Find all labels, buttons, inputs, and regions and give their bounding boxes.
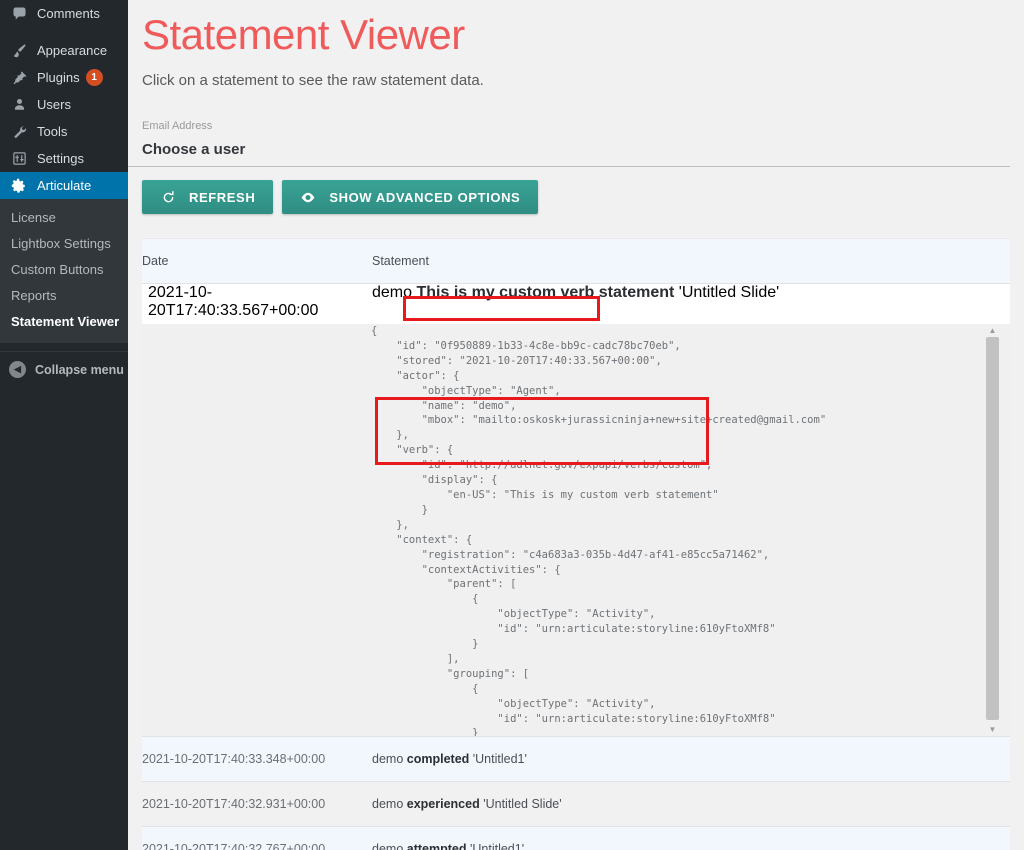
collapse-menu-wrap: ◀ Collapse menu <box>0 351 128 378</box>
raw-statement-scrollbar[interactable]: ▲ ▼ <box>985 324 1000 736</box>
row-object: 'Untitled Slide' <box>483 797 562 811</box>
main-content: Statement Viewer Click on a statement to… <box>128 0 1024 850</box>
page-title: Statement Viewer <box>142 11 465 58</box>
toolbar: REFRESH SHOW ADVANCED OPTIONS <box>142 180 1010 214</box>
table-row[interactable]: 2021-10-20T17:40:32.931+00:00 demo exper… <box>142 782 1010 827</box>
refresh-button[interactable]: REFRESH <box>142 180 274 214</box>
sidebar-item-label: Users <box>37 97 71 112</box>
articulate-submenu: License Lightbox Settings Custom Buttons… <box>0 199 128 343</box>
row-date: 2021-10-20T17:40:33.348+00:00 <box>142 752 326 766</box>
sidebar-item-label: Settings <box>37 151 84 166</box>
show-advanced-options-label: SHOW ADVANCED OPTIONS <box>329 189 521 205</box>
scroll-up-arrow-icon[interactable]: ▲ <box>985 324 1000 337</box>
table-row-summary[interactable]: 2021-10-20T17:40:33.567+00:00 demo This … <box>142 284 1010 320</box>
sidebar-item-label: Comments <box>37 6 100 21</box>
comments-icon <box>9 4 29 24</box>
row-actor: demo <box>372 797 404 811</box>
row-statement: demo experienced 'Untitled Slide' <box>372 782 1010 826</box>
row-actor: demo <box>372 284 413 301</box>
sidebar-subitem-statement-viewer[interactable]: Statement Viewer <box>0 309 128 335</box>
row-date: 2021-10-20T17:40:32.931+00:00 <box>142 797 326 811</box>
row-object: 'Untitled Slide' <box>678 284 780 301</box>
raw-statement-panel: { "id": "0f950889-1b33-4c8e-bb9c-cadc78b… <box>142 324 1010 736</box>
sidebar-subitem-reports[interactable]: Reports <box>0 283 128 309</box>
sidebar-item-settings[interactable]: Settings <box>0 145 128 172</box>
collapse-arrow-icon: ◀ <box>9 361 26 378</box>
sidebar-item-tools[interactable]: Tools <box>0 118 128 145</box>
page-container: Statement Viewer Click on a statement to… <box>128 0 1024 850</box>
sidebar-item-plugins[interactable]: Plugins 1 <box>0 64 128 91</box>
collapse-menu-button[interactable]: ◀ Collapse menu <box>0 361 128 378</box>
field-underline <box>128 166 1010 167</box>
email-address-field[interactable]: Email Address Choose a user <box>128 119 1010 167</box>
page-subtitle: Click on a statement to see the raw stat… <box>142 72 484 89</box>
table-row[interactable]: 2021-10-20T17:40:33.567+00:00 demo This … <box>142 284 1010 737</box>
sidebar-subitem-license[interactable]: License <box>0 205 128 231</box>
sidebar-subitem-custom-buttons[interactable]: Custom Buttons <box>0 257 128 283</box>
email-address-value[interactable]: Choose a user <box>142 140 1010 159</box>
row-object: 'Untitled1' <box>469 842 525 850</box>
refresh-circular-arrow-icon <box>160 189 176 205</box>
refresh-button-label: REFRESH <box>189 189 256 205</box>
sidebar-item-label: Tools <box>37 124 68 139</box>
scrollbar-thumb[interactable] <box>986 337 999 720</box>
sidebar-item-label: Plugins <box>37 70 80 85</box>
appearance-brush-icon <box>9 41 29 61</box>
row-object: 'Untitled1' <box>472 752 527 766</box>
plugins-update-badge: 1 <box>85 69 103 86</box>
table-row[interactable]: 2021-10-20T17:40:33.348+00:00 demo compl… <box>142 737 1010 782</box>
statements-table: Date Statement 2021-10-20T17:40:33.567+0… <box>142 238 1010 850</box>
table-row[interactable]: 2021-10-20T17:40:32.767+00:00 demo attem… <box>142 827 1010 850</box>
plugins-plug-icon <box>9 68 29 88</box>
scroll-down-arrow-icon[interactable]: ▼ <box>985 723 1000 736</box>
row-statement: demo attempted 'Untitled1' <box>372 827 1010 850</box>
sidebar-item-users[interactable]: Users <box>0 91 128 118</box>
sidebar-item-articulate[interactable]: Articulate <box>0 172 136 199</box>
tools-wrench-icon <box>9 122 29 142</box>
email-address-label: Email Address <box>142 120 213 132</box>
row-statement: demo completed 'Untitled1' <box>372 737 1010 781</box>
sidebar-item-comments[interactable]: Comments <box>0 0 128 27</box>
users-icon <box>9 95 29 115</box>
column-header-date: Date <box>142 254 169 268</box>
row-actor: demo <box>372 752 404 766</box>
eye-icon <box>300 189 316 205</box>
raw-statement-json: { "id": "0f950889-1b33-4c8e-bb9c-cadc78b… <box>371 325 827 736</box>
sidebar-item-label: Appearance <box>37 43 108 58</box>
sidebar-item-label: Articulate <box>37 178 92 193</box>
app-root: Comments Appearance Plugins 1 Users Tool… <box>0 0 1024 850</box>
row-statement: demo This is my custom verb statement 'U… <box>372 284 1010 320</box>
row-date: 2021-10-20T17:40:33.567+00:00 <box>148 284 319 319</box>
collapse-menu-label: Collapse menu <box>35 362 124 377</box>
settings-sliders-icon <box>9 149 29 169</box>
show-advanced-options-button[interactable]: SHOW ADVANCED OPTIONS <box>282 180 539 214</box>
sidebar-item-appearance[interactable]: Appearance <box>0 37 128 64</box>
row-verb: attempted <box>406 842 467 850</box>
table-header-row: Date Statement <box>142 238 1010 284</box>
sidebar-group-divider <box>0 27 128 37</box>
sidebar-subitem-lightbox-settings[interactable]: Lightbox Settings <box>0 231 128 257</box>
row-actor: demo <box>372 842 404 850</box>
row-date: 2021-10-20T17:40:32.767+00:00 <box>142 842 326 850</box>
admin-sidebar: Comments Appearance Plugins 1 Users Tool… <box>0 0 136 850</box>
row-verb: experienced <box>406 797 480 811</box>
column-header-statement: Statement <box>372 254 429 268</box>
row-verb: completed <box>406 752 470 766</box>
row-verb: This is my custom verb statement <box>416 284 675 301</box>
gear-icon <box>9 176 29 196</box>
